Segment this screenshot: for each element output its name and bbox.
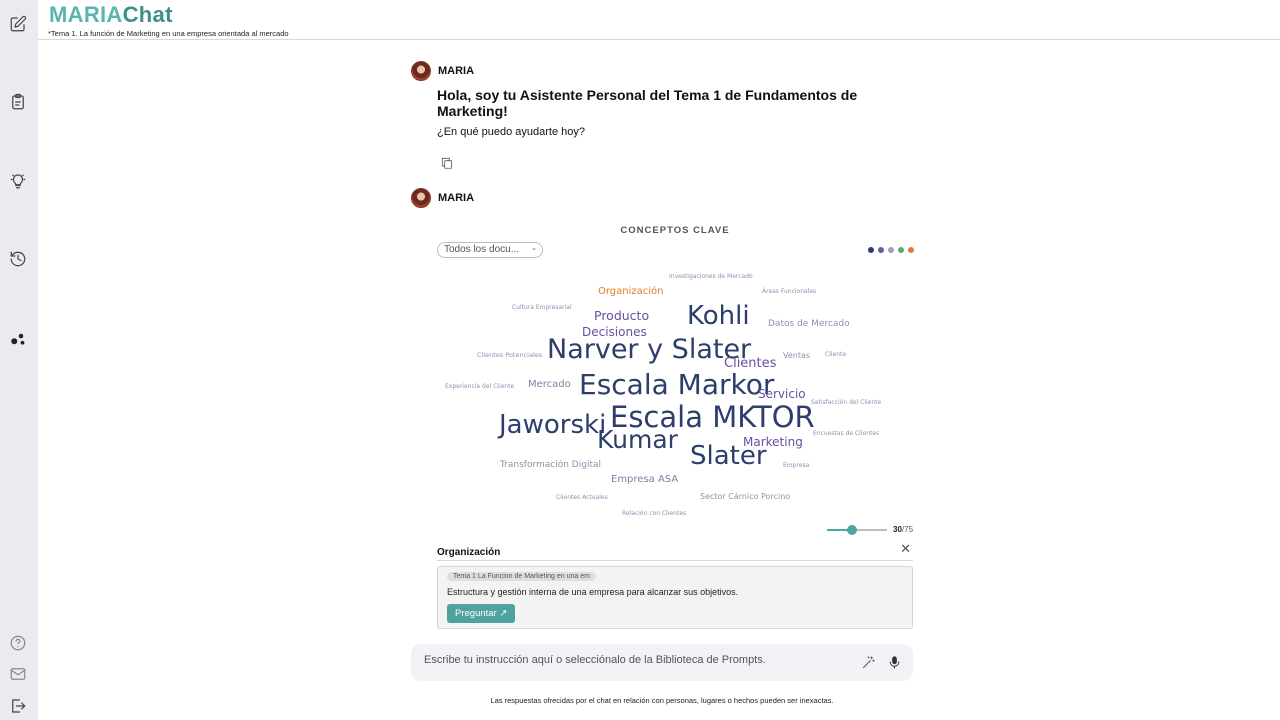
cloud-word[interactable]: Organización xyxy=(598,287,664,297)
chat-input-box xyxy=(411,644,913,681)
author-name: MARIA xyxy=(438,192,475,204)
cloud-word[interactable]: Empresa ASA xyxy=(611,475,678,485)
topic-subtitle: *Tema 1. La función de Marketing en una … xyxy=(48,29,289,38)
message-header: MARIA xyxy=(411,61,474,81)
cloud-word[interactable]: Empresa xyxy=(783,463,809,469)
color-dot[interactable] xyxy=(888,247,894,253)
cloud-word[interactable]: Slater xyxy=(690,443,767,469)
close-icon[interactable]: ✕ xyxy=(900,541,911,557)
word-count-slider[interactable] xyxy=(827,525,887,535)
cloud-word[interactable]: Transformación Digital xyxy=(500,461,601,470)
cloud-word[interactable]: Clientes Actuales xyxy=(556,495,608,501)
color-dot[interactable] xyxy=(908,247,914,253)
document-filter-select[interactable]: Todos los docu... ⌄ xyxy=(437,242,543,258)
cloud-word[interactable]: Investigaciones de Mercado xyxy=(669,274,753,280)
cloud-word[interactable]: Ventas xyxy=(783,352,810,360)
logo-chat: Chat xyxy=(122,2,173,27)
edit-icon[interactable] xyxy=(7,13,29,35)
slider-handle[interactable] xyxy=(847,525,857,535)
cloud-word[interactable]: Kohli xyxy=(687,303,750,329)
cloud-word[interactable]: Clientes Potenciales xyxy=(477,352,542,359)
cloud-word[interactable]: Experiencia del Cliente xyxy=(445,384,514,390)
cloud-word[interactable]: Cliente xyxy=(825,352,846,358)
detail-title: Organización xyxy=(437,547,501,558)
author-name: MARIA xyxy=(438,65,475,77)
history-icon[interactable] xyxy=(7,248,29,270)
cloud-word[interactable]: Producto xyxy=(594,309,649,323)
cloud-word[interactable]: Sector Cárnico Porcino xyxy=(700,493,790,501)
header: MARIAChat *Tema 1. La función de Marketi… xyxy=(38,0,1280,40)
cloud-word[interactable]: Encuestas de Clientes xyxy=(813,431,879,437)
cloud-word[interactable]: Cultura Empresarial xyxy=(512,305,572,311)
color-legend xyxy=(868,247,914,253)
cloud-word[interactable]: Jaworski xyxy=(499,412,606,438)
sidebar xyxy=(0,0,38,720)
detail-card: Tema 1 La Funcion de Marketing en una em… xyxy=(437,566,913,629)
word-cloud: Investigaciones de Mercado Organización Ár… xyxy=(437,265,913,525)
logout-icon[interactable] xyxy=(7,695,29,717)
avatar xyxy=(411,61,431,81)
disclaimer: Las respuestas ofrecidas por el chat en … xyxy=(490,696,834,705)
help-icon[interactable] xyxy=(7,632,29,654)
microphone-icon[interactable] xyxy=(885,653,903,671)
greeting-text: ¿En qué puedo ayudarte hoy? xyxy=(437,126,586,138)
word-count: 30/75 xyxy=(893,525,913,534)
copy-icon[interactable] xyxy=(440,156,456,172)
cloud-word[interactable]: Relación con Clientes xyxy=(622,511,686,517)
cloud-word[interactable]: Kumar xyxy=(597,427,678,452)
cloud-word[interactable]: Datos de Mercado xyxy=(768,320,850,329)
color-dot[interactable] xyxy=(878,247,884,253)
chat-input[interactable] xyxy=(424,654,854,666)
document-icon[interactable] xyxy=(7,91,29,113)
color-dot[interactable] xyxy=(898,247,904,253)
word-count-shown: 30 xyxy=(893,525,902,534)
chevron-down-icon: ⌄ xyxy=(531,245,537,252)
avatar xyxy=(411,188,431,208)
mail-icon[interactable] xyxy=(7,663,29,685)
document-tag: Tema 1 La Funcion de Marketing en una em xyxy=(447,572,596,581)
concepts-title: CONCEPTOS CLAVE xyxy=(620,225,730,236)
cloud-word[interactable]: Servicio xyxy=(758,388,806,400)
cloud-word[interactable]: Narver y Slater xyxy=(547,336,751,363)
color-dot[interactable] xyxy=(868,247,874,253)
magic-wand-icon[interactable] xyxy=(859,653,877,671)
document-filter-value: Todos los docu... xyxy=(444,244,520,255)
app-logo[interactable]: MARIAChat xyxy=(49,2,173,28)
detail-description: Estructura y gestión interna de una empr… xyxy=(447,587,739,597)
lightbulb-icon[interactable] xyxy=(7,170,29,192)
logo-maria: MARIA xyxy=(49,2,123,27)
message-header: MARIA xyxy=(411,188,474,208)
word-count-total: /75 xyxy=(901,525,914,534)
ask-button[interactable]: Preguntar ↗ xyxy=(447,604,516,623)
detail-header: Organización ✕ xyxy=(437,541,913,561)
cloud-word[interactable]: Escala Markor xyxy=(579,371,774,399)
greeting-title: Hola, soy tu Asistente Personal del Tema… xyxy=(437,87,858,119)
cloud-word[interactable]: Satisfacción del Cliente xyxy=(811,400,881,406)
network-icon[interactable] xyxy=(7,328,29,350)
cloud-word[interactable]: Áreas Funcionales xyxy=(762,289,816,295)
cloud-word[interactable]: Mercado xyxy=(528,380,571,390)
